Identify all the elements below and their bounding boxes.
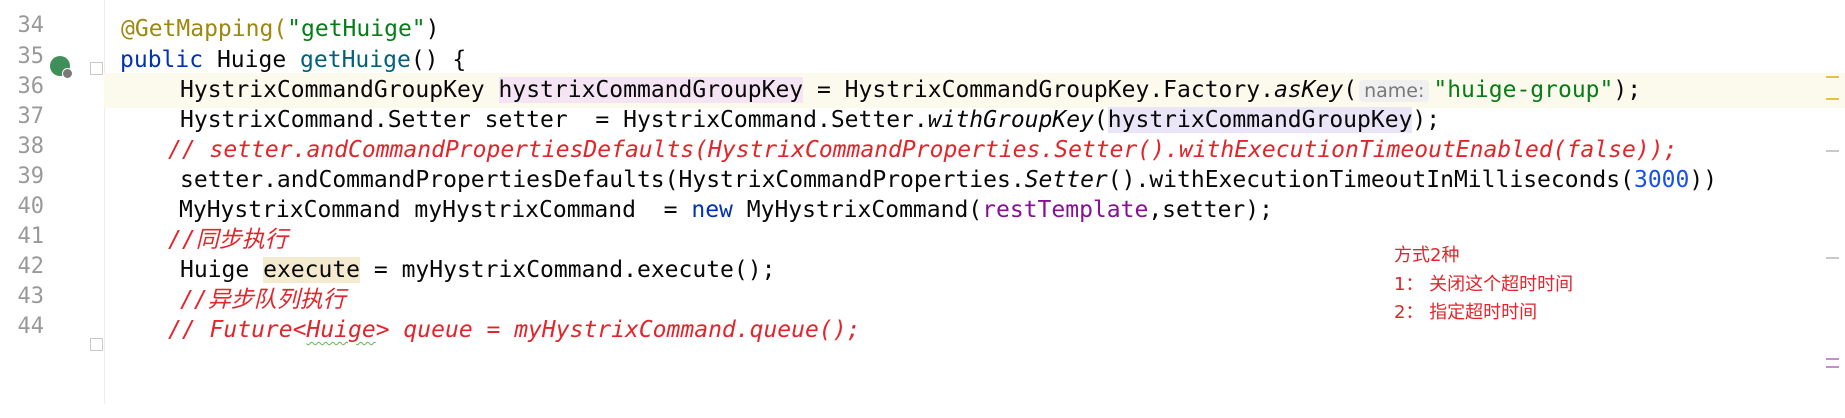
editor-gutter[interactable]: 33 34 35 36 37 38 39 40 41 42 43 44	[0, 0, 105, 404]
note-line-2: 2： 指定超时时间	[1394, 302, 1538, 323]
line-number: 34	[17, 13, 45, 38]
string-literal: "getHuige"	[287, 16, 426, 42]
scrollbar-marker[interactable]	[1826, 358, 1839, 360]
variable-usage-highlight: hystrixCommandGroupKey	[1107, 107, 1413, 133]
annotation: @GetMapping(	[121, 16, 288, 42]
variable-highlight: execute	[263, 257, 361, 283]
note-line-1: 1： 关闭这个超时时间	[1394, 274, 1574, 295]
scrollbar-marker[interactable]	[1826, 257, 1839, 259]
static-method: withGroupKey	[927, 107, 1094, 133]
code-line-44: // Future<Huige> queue = myHystrixComman…	[168, 317, 861, 343]
variable-highlight: hystrixCommandGroupKey	[498, 77, 804, 103]
scrollbar-marker[interactable]	[1826, 150, 1839, 152]
number-literal: 3000	[1633, 167, 1690, 193]
line-number: 44	[17, 314, 45, 339]
keyword: new	[691, 197, 733, 223]
note-title: 方式2种	[1394, 245, 1460, 266]
fold-marker-icon[interactable]	[90, 338, 103, 351]
field-reference: restTemplate	[982, 197, 1149, 223]
keyword: public	[120, 47, 204, 73]
scrollbar-marker[interactable]	[1826, 76, 1839, 78]
scrollbar-marker[interactable]	[1826, 98, 1839, 100]
scrollbar-marker[interactable]	[1826, 366, 1839, 368]
code-editor[interactable]: @GetMapping("getHuige") public Huige get…	[104, 0, 1845, 404]
method-name: getHuige	[300, 47, 411, 73]
code-line-34: @GetMapping("getHuige")	[121, 16, 440, 42]
static-method: Setter	[1024, 167, 1108, 193]
parameter-hint: name:	[1359, 80, 1430, 102]
run-spring-icon[interactable]	[50, 56, 73, 79]
fold-marker-icon[interactable]	[90, 62, 103, 75]
static-method: asKey	[1273, 77, 1344, 103]
string-literal: "huige-group"	[1433, 77, 1614, 103]
